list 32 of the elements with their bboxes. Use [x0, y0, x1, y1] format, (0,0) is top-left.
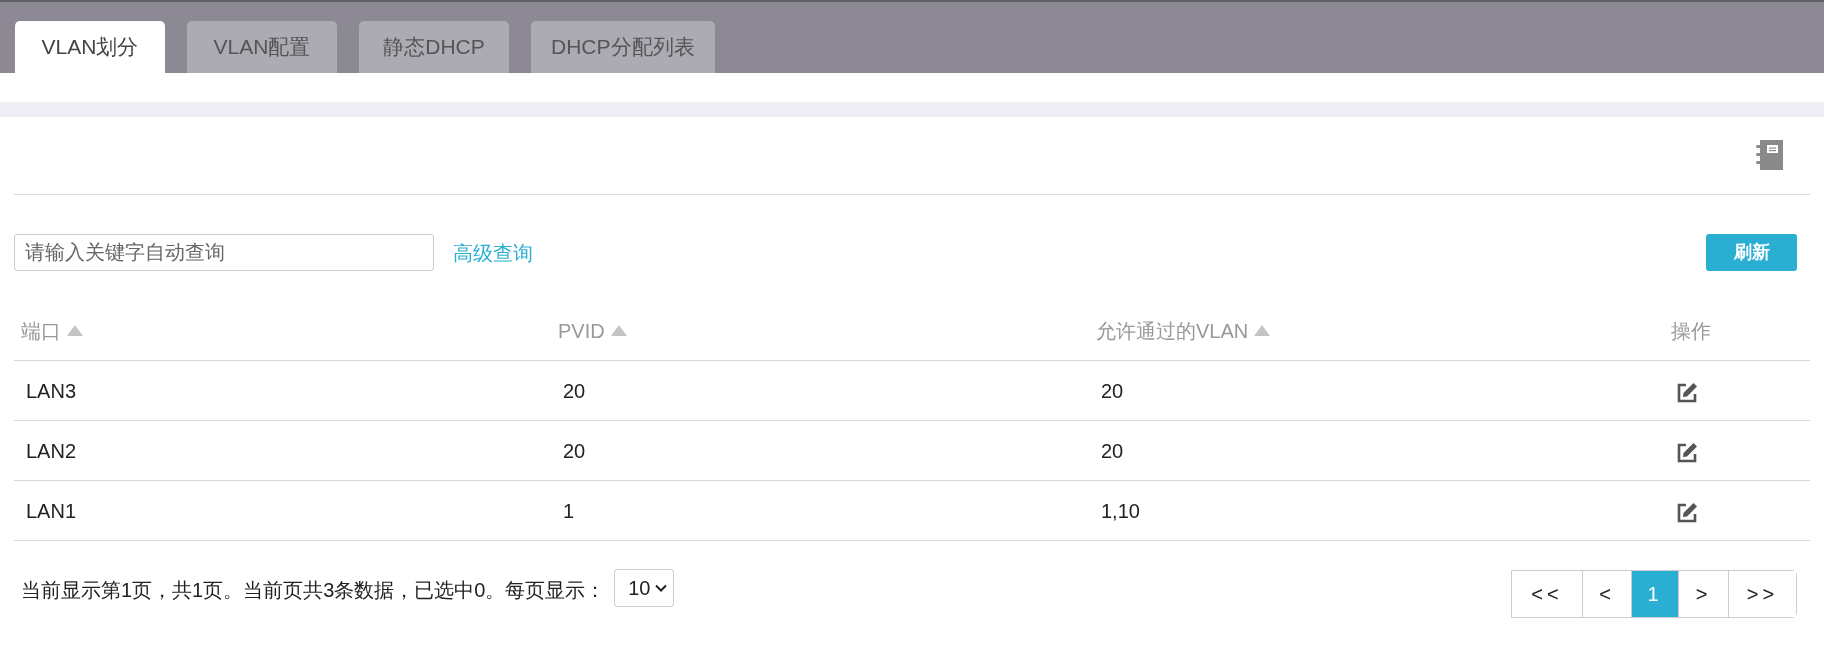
chevron-down-icon	[654, 584, 667, 592]
table-cell: 20	[563, 379, 586, 402]
sort-ascending-icon[interactable]	[610, 325, 627, 336]
column-header[interactable]: PVID	[558, 315, 605, 346]
sort-ascending-icon[interactable]	[1254, 325, 1271, 336]
column-header[interactable]: 允许通过的VLAN	[1096, 315, 1249, 346]
tab[interactable]: VLAN配置	[187, 21, 337, 73]
tab[interactable]: 静态DHCP	[359, 21, 509, 73]
pagination-summary: 当前显示第1页，共1页。当前页共3条数据，已选中0。每页显示：	[20, 578, 606, 603]
edit-icon[interactable]	[1676, 441, 1698, 464]
table-cell: 20	[1101, 379, 1124, 402]
table-cell: 1	[563, 499, 575, 522]
table-cell: LAN2	[26, 439, 77, 462]
pagination-button[interactable]: >>	[1728, 571, 1796, 617]
page-size-select[interactable]: 10	[613, 569, 674, 607]
table-cell: LAN3	[26, 379, 77, 402]
tab[interactable]: VLAN划分	[15, 21, 165, 73]
column-header[interactable]: 端口	[21, 315, 61, 346]
sort-ascending-icon[interactable]	[67, 325, 83, 336]
refresh-button[interactable]: 刷新	[1706, 234, 1797, 271]
notebook-icon[interactable]	[1755, 138, 1783, 171]
table-cell: 1,10	[1101, 499, 1140, 522]
advanced-search-link[interactable]: 高级查询	[453, 237, 533, 268]
column-header: 操作	[1671, 318, 1711, 344]
edit-icon[interactable]	[1676, 501, 1698, 524]
table-cell: 20	[1101, 439, 1124, 462]
table-cell: 20	[563, 439, 586, 462]
search-field[interactable]: 请输入关键字自动查询	[14, 234, 434, 271]
pagination-button[interactable]: 1	[1631, 571, 1678, 617]
table-cell: LAN1	[26, 499, 77, 522]
tab[interactable]: DHCP分配列表	[531, 21, 715, 73]
edit-icon[interactable]	[1676, 381, 1698, 404]
